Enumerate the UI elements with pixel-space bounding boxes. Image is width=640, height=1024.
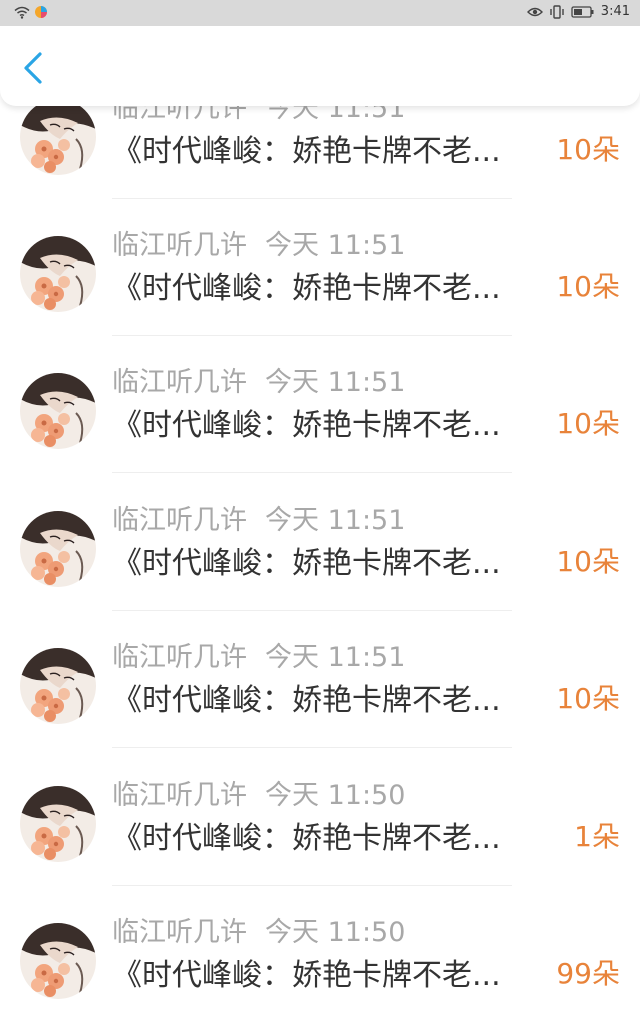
message-text[interactable]: 《时代峰峻：娇艳卡牌不老... [112, 400, 552, 444]
avatar[interactable] [20, 373, 96, 449]
flower-count: 10朵 [556, 270, 620, 303]
avatar-image [20, 236, 96, 312]
message-text[interactable]: 《时代峰峻：娇艳卡牌不老... [112, 126, 552, 170]
avatar[interactable] [20, 99, 96, 175]
divider [112, 747, 512, 748]
user-name[interactable]: 临江听几许 [112, 367, 247, 398]
avatar[interactable] [20, 236, 96, 312]
vibrate-icon [550, 4, 564, 19]
avatar-image [20, 99, 96, 175]
message-text[interactable]: 《时代峰峻：娇艳卡牌不老... [112, 675, 552, 719]
flower-count: 1朵 [574, 820, 620, 853]
wifi-icon [14, 6, 30, 19]
chevron-left-icon [24, 52, 42, 84]
message-time: 今天 11:51 [265, 230, 406, 261]
message-text[interactable]: 《时代峰峻：娇艳卡牌不老... [112, 950, 552, 994]
message-time: 今天 11:51 [265, 367, 406, 398]
avatar[interactable] [20, 923, 96, 999]
avatar-image [20, 511, 96, 587]
status-time: 3:41 [600, 4, 630, 19]
avatar-image [20, 786, 96, 862]
message-time: 今天 11:50 [265, 780, 406, 811]
list-item[interactable]: 临江听几许 今天 11:51 《时代峰峻：娇艳卡牌不老... 10朵 [0, 474, 640, 611]
user-name[interactable]: 临江听几许 [112, 230, 247, 261]
avatar-image [20, 373, 96, 449]
message-time: 今天 11:50 [265, 917, 406, 948]
list-item[interactable]: 临江听几许 今天 11:51 《时代峰峻：娇艳卡牌不老... 10朵 [0, 336, 640, 473]
user-name[interactable]: 临江听几许 [112, 642, 247, 673]
avatar[interactable] [20, 511, 96, 587]
message-time: 今天 11:51 [265, 642, 406, 673]
divider [112, 472, 512, 473]
user-name[interactable]: 临江听几许 [112, 917, 247, 948]
list-item[interactable]: 临江听几许 今天 11:51 《时代峰峻：娇艳卡牌不老... 10朵 [0, 611, 640, 748]
eye-icon [526, 7, 543, 16]
flower-count: 10朵 [556, 407, 620, 440]
message-text[interactable]: 《时代峰峻：娇艳卡牌不老... [112, 813, 552, 857]
message-list[interactable]: 临江听几许 今天 11:51 《时代峰峻：娇艳卡牌不老... 10朵 临江听几许今… [0, 0, 640, 1024]
flower-count: 10朵 [556, 133, 620, 166]
message-text[interactable]: 《时代峰峻：娇艳卡牌不老... [112, 263, 552, 307]
avatar[interactable] [20, 786, 96, 862]
app-icon [35, 6, 47, 18]
list-item[interactable]: 临江听几许 今天 11:51 《时代峰峻：娇艳卡牌不老... 10朵 [0, 199, 640, 336]
list-item[interactable]: 临江听几许 今天 11:50 《时代峰峻：娇艳卡牌不老... 1朵 [0, 749, 640, 886]
avatar-image [20, 648, 96, 724]
status-bar: 3:41 [0, 0, 640, 26]
message-time: 今天 11:51 [265, 505, 406, 536]
list-item[interactable]: 临江听几许 今天 11:50 《时代峰峻：娇艳卡牌不老... 99朵 [0, 886, 640, 1023]
avatar-image [20, 923, 96, 999]
avatar[interactable] [20, 648, 96, 724]
flower-count: 10朵 [556, 682, 620, 715]
user-name[interactable]: 临江听几许 [112, 780, 247, 811]
top-bar [0, 26, 640, 106]
message-text[interactable]: 《时代峰峻：娇艳卡牌不老... [112, 538, 552, 582]
back-button[interactable] [14, 48, 54, 88]
battery-icon [571, 5, 594, 18]
user-name[interactable]: 临江听几许 [112, 505, 247, 536]
flower-count: 99朵 [556, 957, 620, 990]
flower-count: 10朵 [556, 545, 620, 578]
